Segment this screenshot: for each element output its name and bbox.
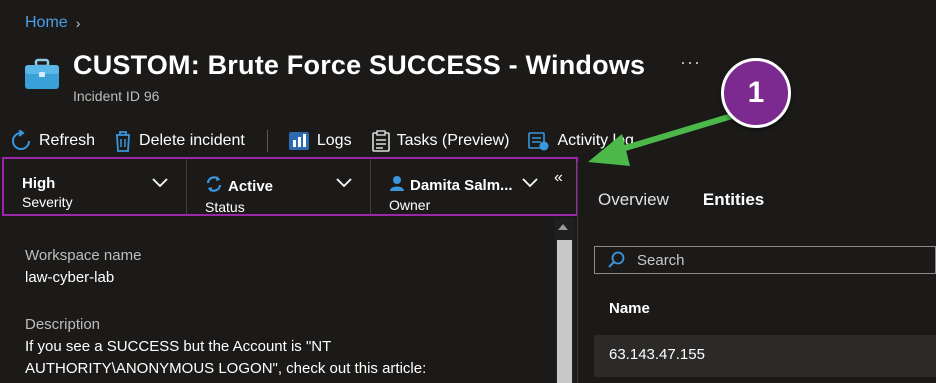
activity-log-icon: [528, 131, 550, 151]
tab-overview[interactable]: Overview: [598, 190, 669, 210]
owner-label: Owner: [389, 197, 431, 213]
search-input[interactable]: Search: [594, 246, 936, 274]
trash-icon: [114, 130, 132, 152]
tab-entities[interactable]: Entities: [703, 190, 764, 210]
page-title: CUSTOM: Brute Force SUCCESS - Windows: [73, 50, 646, 80]
collapse-button[interactable]: «: [554, 169, 563, 187]
workspace-value: law-cyber-lab: [25, 269, 115, 286]
person-icon: [389, 175, 405, 195]
callout-badge: 1: [721, 58, 791, 128]
delete-incident-button[interactable]: Delete incident: [114, 130, 245, 152]
search-icon: [607, 251, 625, 269]
pane-divider: [577, 162, 578, 383]
activity-log-label: Activity log: [557, 132, 634, 149]
incident-status-bar: High Severity Active Status Damita Salm.…: [2, 157, 578, 216]
toolbar-divider: [266, 130, 268, 152]
description-line-2: AUTHORITY\ANONYMOUS LOGON", check out th…: [25, 360, 427, 377]
entity-row[interactable]: 63.143.47.155: [594, 335, 936, 377]
delete-incident-label: Delete incident: [139, 132, 245, 149]
description-line-1: If you see a SUCCESS but the Account is …: [25, 338, 332, 355]
details-pane: Workspace name law-cyber-lab Description…: [0, 218, 555, 383]
more-options-button[interactable]: ···: [680, 52, 701, 73]
description-label: Description: [25, 316, 101, 333]
breadcrumb-chevron-icon: ›: [75, 15, 81, 31]
breadcrumb-home-link[interactable]: Home: [25, 14, 68, 32]
command-toolbar: Refresh Delete incident Logs Tasks (Prev…: [0, 128, 634, 154]
scroll-up-arrow-icon[interactable]: [558, 224, 568, 230]
status-label: Status: [205, 199, 245, 215]
tasks-label: Tasks (Preview): [396, 132, 510, 149]
status-dropdown[interactable]: Active Status: [187, 159, 371, 215]
logs-label: Logs: [316, 132, 352, 149]
detail-tabs: Overview Entities: [598, 190, 764, 210]
incident-id: Incident ID 96: [73, 88, 160, 104]
search-placeholder: Search: [637, 251, 685, 269]
scrollbar-thumb[interactable]: [557, 240, 572, 383]
breadcrumb: Home ›: [25, 14, 80, 32]
owner-dropdown[interactable]: Damita Salm... Owner «: [371, 159, 575, 214]
refresh-icon: [10, 130, 32, 152]
logs-icon: [288, 131, 310, 151]
briefcase-icon: [24, 58, 60, 90]
status-value: Active: [228, 177, 274, 195]
chevron-down-icon: [335, 175, 353, 193]
tasks-button[interactable]: Tasks (Preview): [371, 130, 510, 152]
owner-value: Damita Salm...: [410, 176, 513, 194]
chevron-down-icon: [151, 175, 169, 193]
logs-button[interactable]: Logs: [288, 131, 352, 151]
entity-name: 63.143.47.155: [609, 346, 705, 363]
refresh-label: Refresh: [39, 132, 96, 149]
severity-dropdown[interactable]: High Severity: [4, 159, 187, 214]
tasks-icon: [371, 130, 390, 152]
severity-label: Severity: [22, 194, 73, 210]
activity-log-button[interactable]: Activity log: [528, 131, 634, 151]
severity-value: High: [22, 175, 56, 192]
workspace-label: Workspace name: [25, 247, 142, 264]
chevron-down-icon: [521, 175, 539, 193]
sync-icon: [205, 175, 223, 197]
refresh-button[interactable]: Refresh: [10, 130, 95, 152]
column-header-name[interactable]: Name: [609, 300, 650, 317]
